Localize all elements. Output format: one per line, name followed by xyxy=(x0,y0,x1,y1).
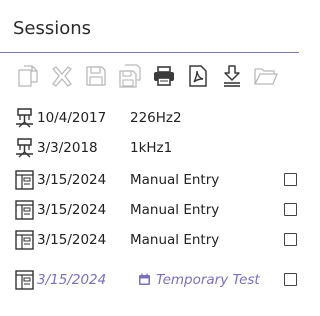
folder-icon xyxy=(254,68,278,85)
tripod-icon xyxy=(16,138,33,158)
open-folder-button[interactable] xyxy=(250,60,282,92)
download-button[interactable] xyxy=(216,60,248,92)
session-date: 3/3/2018 xyxy=(37,140,98,156)
session-row[interactable]: 3/15/2024 Manual Entry xyxy=(0,166,299,194)
session-row[interactable]: 3/15/2024 Manual Entry xyxy=(0,196,299,224)
save-icon xyxy=(86,66,106,86)
session-date: 3/15/2024 xyxy=(37,202,107,218)
save-all-icon xyxy=(119,64,141,88)
session-date: 10/4/2017 xyxy=(37,110,107,126)
pdf-button[interactable] xyxy=(182,60,214,92)
save-button[interactable] xyxy=(80,60,112,92)
session-checkbox[interactable] xyxy=(284,233,297,246)
toolbar xyxy=(12,60,292,92)
session-checkbox[interactable] xyxy=(284,173,297,186)
session-name: Temporary Test xyxy=(156,272,260,288)
session-name: 226Hz2 xyxy=(130,110,182,126)
copy-button[interactable] xyxy=(12,60,44,92)
manual-entry-icon xyxy=(15,230,34,250)
panel-header: Sessions xyxy=(0,0,299,55)
session-name: Manual Entry xyxy=(130,202,220,218)
delete-button[interactable] xyxy=(46,60,78,92)
session-name: Manual Entry xyxy=(130,232,220,248)
download-icon xyxy=(224,65,240,87)
copy-icon xyxy=(18,65,38,87)
session-row[interactable]: 10/4/2017 226Hz2 xyxy=(0,104,299,132)
tripod-icon xyxy=(16,108,33,128)
print-button[interactable] xyxy=(148,60,180,92)
session-name: 1kHz1 xyxy=(130,140,173,156)
delete-icon xyxy=(52,66,72,87)
pdf-icon xyxy=(189,65,207,87)
panel-title: Sessions xyxy=(13,18,92,39)
session-date: 3/15/2024 xyxy=(37,232,107,248)
session-row-temporary[interactable]: 3/15/2024 Temporary Test xyxy=(0,266,299,294)
sessions-panel: Sessions 10/4/2017 226Hz2 3/3/2018 1kHz1… xyxy=(0,0,299,316)
session-date: 3/15/2024 xyxy=(37,172,107,188)
manual-entry-icon xyxy=(15,170,34,190)
session-date: 3/15/2024 xyxy=(37,272,107,288)
manual-entry-icon xyxy=(15,200,34,220)
session-row[interactable]: 3/15/2024 Manual Entry xyxy=(0,226,299,254)
header-divider xyxy=(0,52,299,53)
session-checkbox[interactable] xyxy=(284,273,297,286)
session-checkbox[interactable] xyxy=(284,203,297,216)
session-name: Manual Entry xyxy=(130,172,220,188)
print-icon xyxy=(154,66,174,86)
manual-entry-icon xyxy=(15,270,34,290)
calendar-icon xyxy=(139,273,150,285)
session-row[interactable]: 3/3/2018 1kHz1 xyxy=(0,134,299,162)
save-all-button[interactable] xyxy=(114,60,146,92)
